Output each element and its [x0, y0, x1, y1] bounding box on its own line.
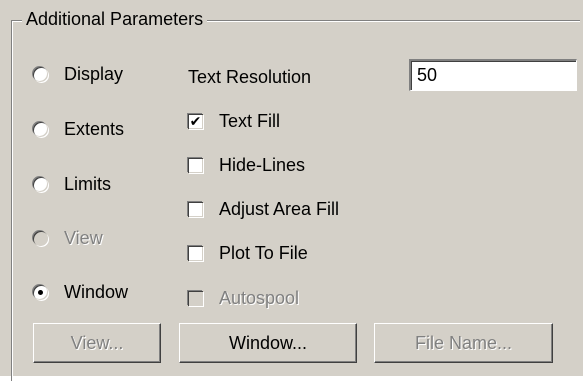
radio-limits[interactable]: Limits: [33, 171, 111, 197]
checkbox-icon[interactable]: [188, 201, 203, 217]
file-name-button: File Name...: [374, 323, 553, 363]
radio-display[interactable]: Display: [33, 61, 123, 87]
check-text-fill-label: Text Fill: [219, 110, 281, 131]
radio-view-label: View: [64, 227, 103, 248]
radio-button-selected-icon[interactable]: [33, 284, 48, 300]
check-plot-to-file-label: Plot To File: [219, 242, 308, 263]
checkbox-icon[interactable]: [188, 157, 203, 173]
radio-button-icon[interactable]: [33, 176, 48, 192]
check-adjust-area-fill[interactable]: Adjust Area Fill: [188, 196, 339, 222]
radio-extents-label: Extents: [64, 118, 125, 139]
check-autospool: Autospool: [188, 285, 299, 311]
text-resolution-label: Text Resolution: [188, 67, 312, 87]
check-plot-to-file[interactable]: Plot To File: [188, 240, 308, 266]
group-title: Additional Parameters: [22, 8, 208, 30]
check-hide-lines-label: Hide-Lines: [219, 154, 306, 175]
radio-display-label: Display: [64, 63, 124, 84]
checkbox-checked-icon[interactable]: ✔: [188, 113, 203, 129]
checkbox-icon[interactable]: [188, 245, 203, 261]
plot-parameters-panel: Additional Parameters Display Extents Li…: [0, 0, 583, 381]
radio-button-icon[interactable]: [33, 121, 48, 137]
checkbox-disabled-icon: [188, 290, 203, 306]
radio-button-icon[interactable]: [33, 66, 48, 82]
radio-button-icon: [33, 230, 48, 246]
view-button: View...: [33, 323, 161, 363]
radio-view: View: [33, 225, 103, 251]
text-resolution-input[interactable]: 50: [409, 59, 577, 91]
radio-extents[interactable]: Extents: [33, 116, 124, 142]
check-autospool-label: Autospool: [219, 287, 300, 308]
radio-window-label: Window: [64, 281, 129, 302]
check-hide-lines[interactable]: Hide-Lines: [188, 152, 305, 178]
window-button[interactable]: Window...: [179, 323, 357, 363]
check-adjust-area-fill-label: Adjust Area Fill: [219, 198, 340, 219]
radio-limits-label: Limits: [64, 173, 112, 194]
radio-window[interactable]: Window: [33, 279, 128, 305]
check-text-fill[interactable]: ✔ Text Fill: [188, 108, 280, 134]
